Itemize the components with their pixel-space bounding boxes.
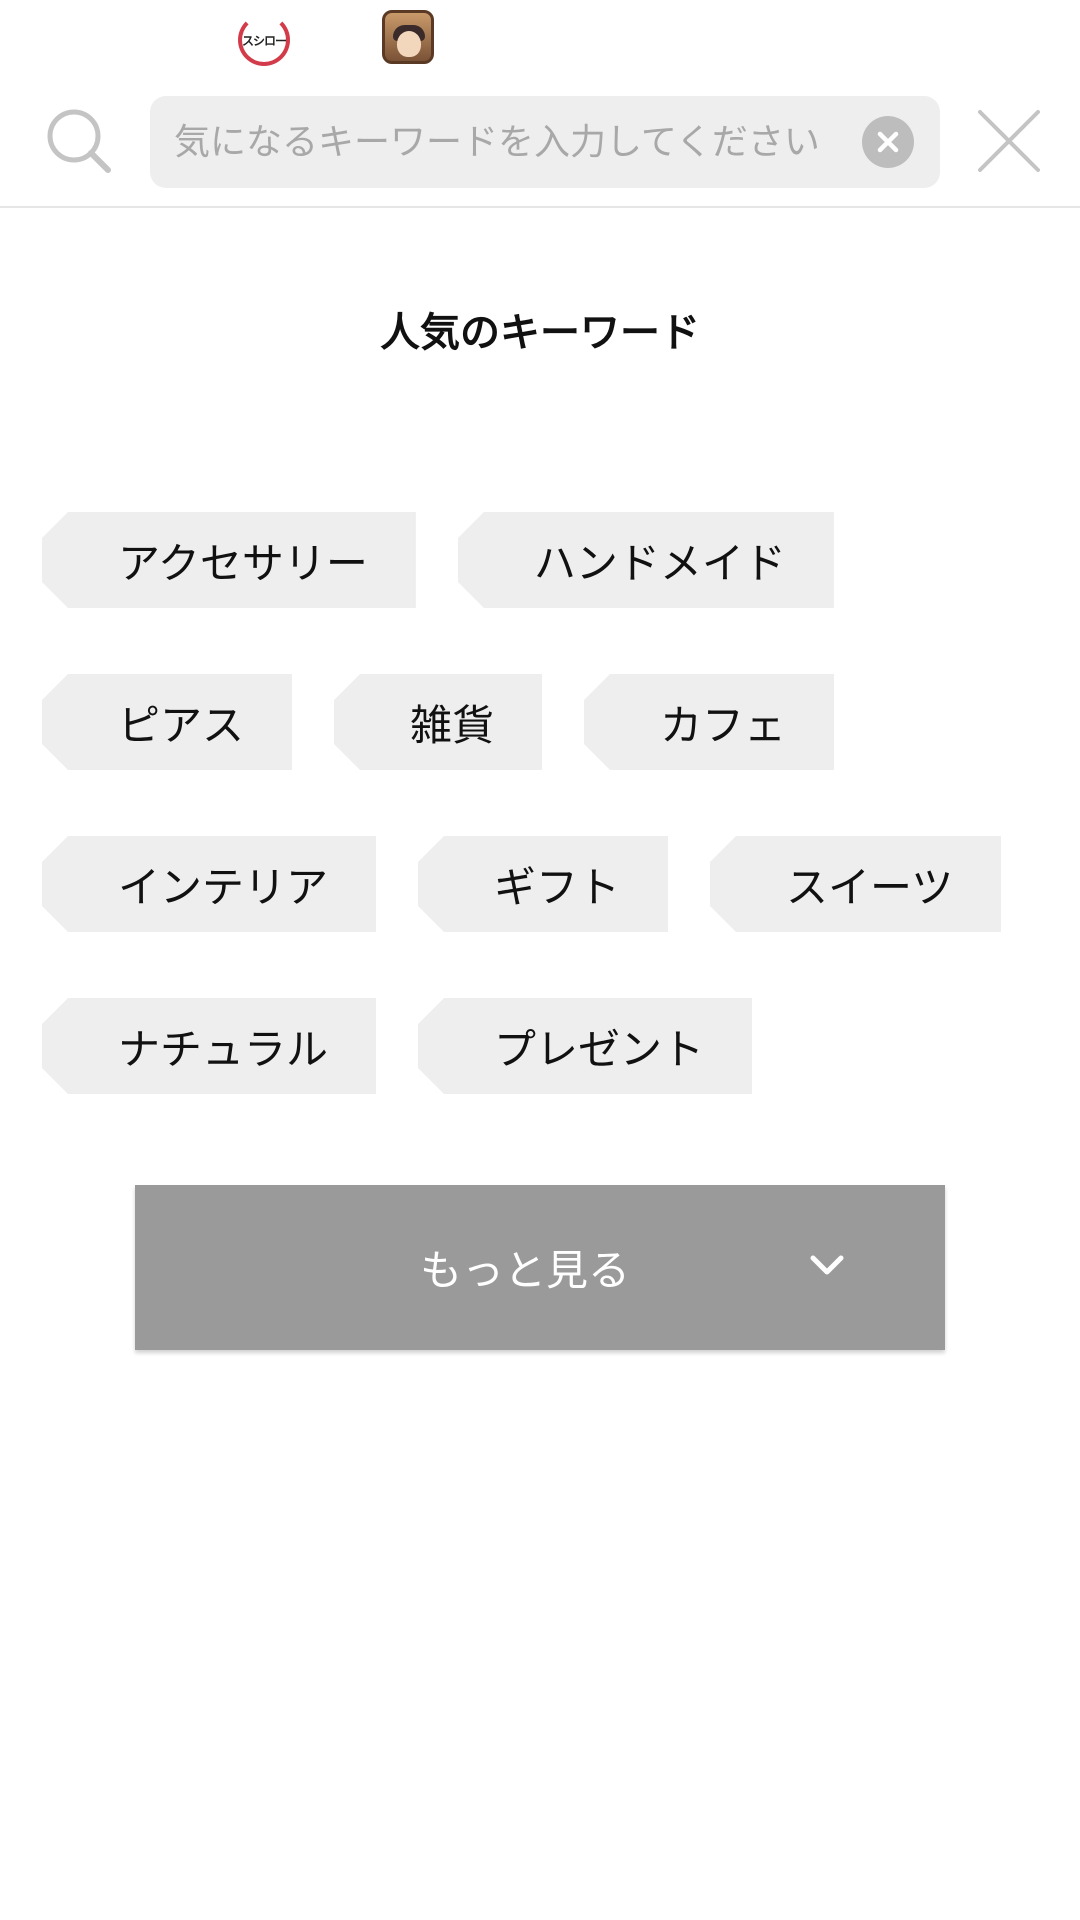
search-input[interactable]: [174, 96, 854, 188]
close-icon: [978, 110, 1040, 172]
search-bar: [0, 84, 1080, 208]
show-more-button[interactable]: もっと見る: [135, 1185, 945, 1350]
close-search-button[interactable]: [974, 106, 1044, 176]
keyword-tag-cafe[interactable]: カフェ: [584, 674, 834, 770]
tag-row: アクセサリー ハンドメイド: [42, 512, 1042, 608]
keyword-tag-sweets[interactable]: スイーツ: [710, 836, 1001, 932]
popular-keywords-title: 人気のキーワード: [380, 310, 700, 356]
show-more-label: もっと見る: [419, 1247, 630, 1294]
keyword-tag-list: アクセサリー ハンドメイド ピアス 雑貨 カフェ インテリア ギフト スイーツ …: [42, 512, 1042, 1160]
sushiro-app-icon-text: スシロー: [242, 33, 287, 48]
keyword-tag-goods[interactable]: 雑貨: [334, 674, 542, 770]
tag-row: インテリア ギフト スイーツ: [42, 836, 1042, 932]
search-field: [150, 96, 940, 188]
keyword-tag-piercing[interactable]: ピアス: [42, 674, 292, 770]
clear-search-button[interactable]: [862, 116, 914, 168]
keyword-tag-present[interactable]: プレゼント: [418, 998, 752, 1094]
game-app-icon: [382, 10, 434, 64]
search-icon: [47, 109, 111, 173]
keyword-tag-interior[interactable]: インテリア: [42, 836, 376, 932]
clear-circle-icon: [877, 131, 899, 153]
chevron-down-icon: [810, 1255, 844, 1275]
tag-row: ナチュラル プレゼント: [42, 998, 1042, 1094]
tag-row: ピアス 雑貨 カフェ: [42, 674, 1042, 770]
keyword-tag-gift[interactable]: ギフト: [418, 836, 668, 932]
keyword-tag-natural[interactable]: ナチュラル: [42, 998, 376, 1094]
status-bar: スシロー: [0, 0, 1080, 84]
keyword-tag-accessory[interactable]: アクセサリー: [42, 512, 416, 608]
sushiro-app-icon: スシロー: [238, 14, 290, 66]
keyword-tag-handmade[interactable]: ハンドメイド: [458, 512, 834, 608]
